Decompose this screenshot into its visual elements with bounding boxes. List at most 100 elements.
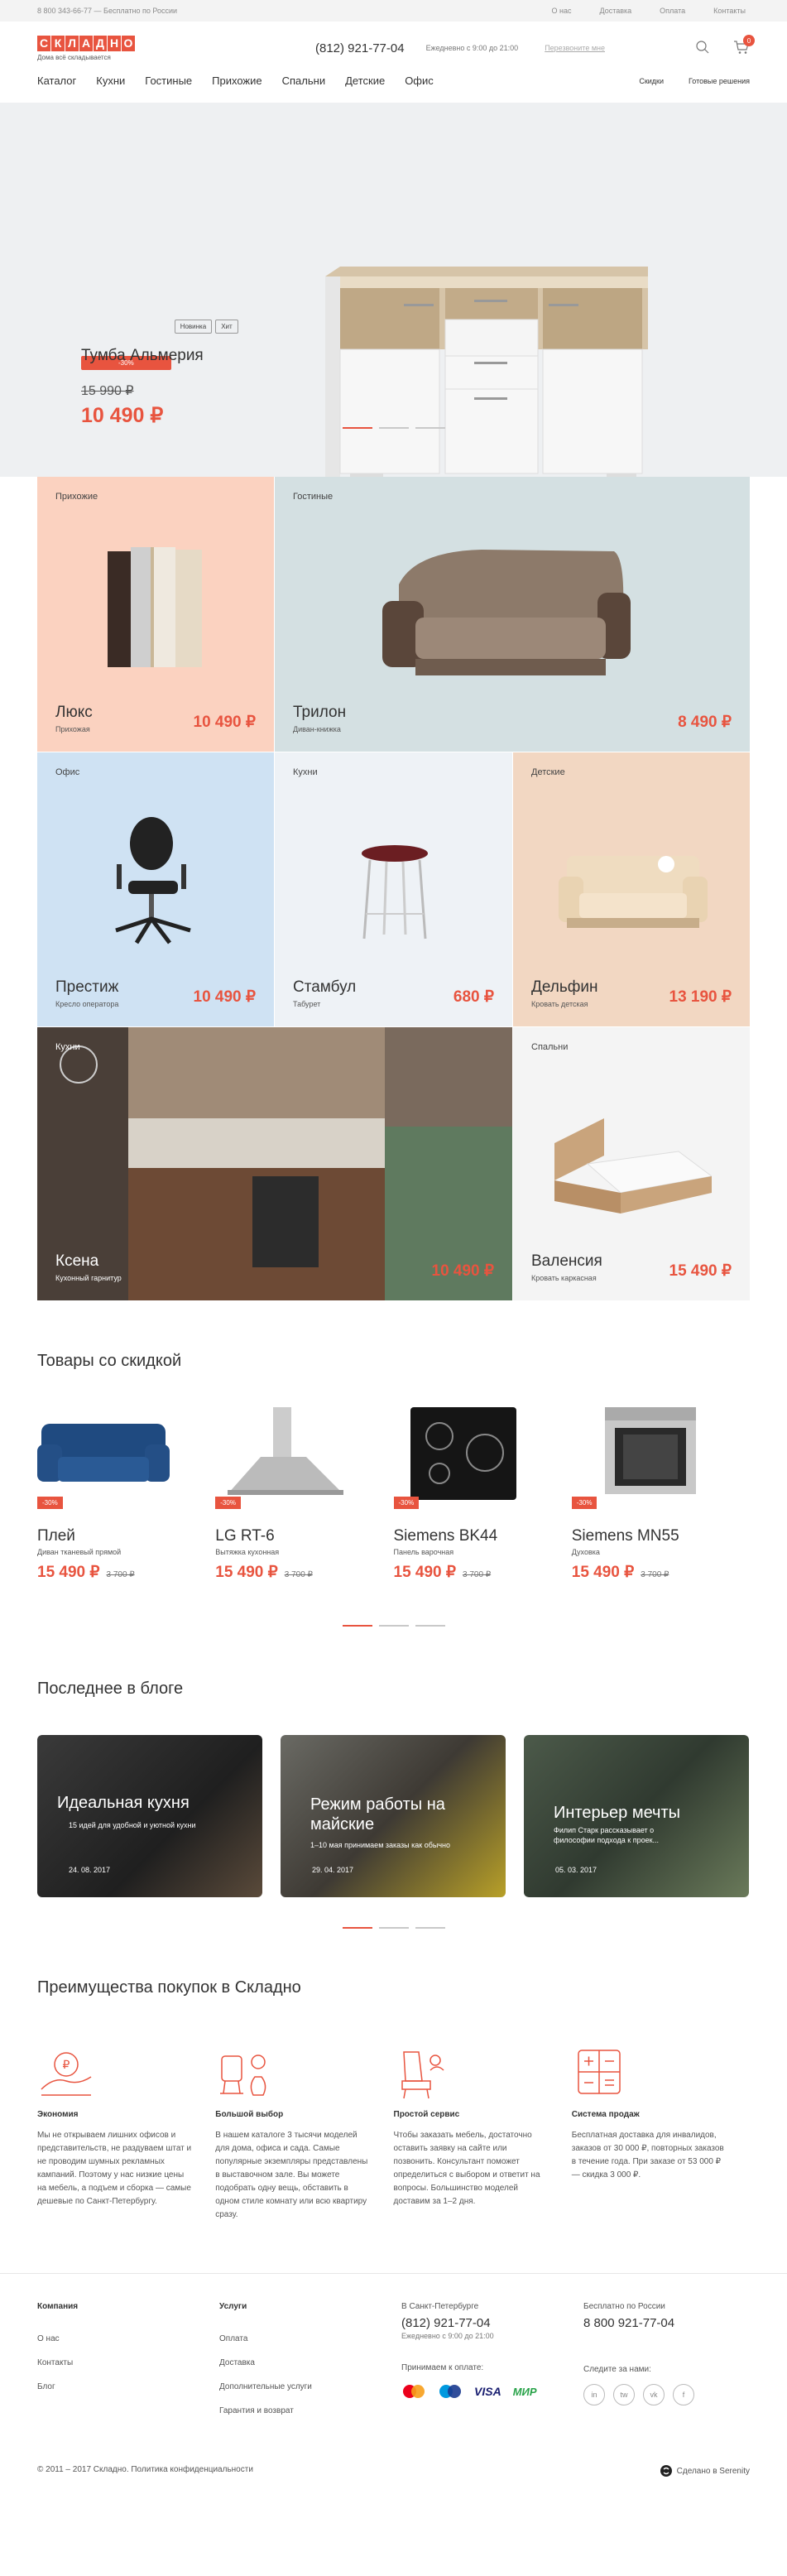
- product-image: -30%: [215, 1407, 393, 1509]
- sale-item[interactable]: -30% LG RT-6 Вытяжка кухонная 15 490 ₽ 3 …: [215, 1407, 393, 1582]
- hero-price: 10 490 ₽: [81, 404, 164, 427]
- footer-russia-label: Бесплатно по России: [583, 2302, 665, 2311]
- header-hours: Ежедневно с 9:00 до 21:00: [425, 44, 519, 52]
- footer-link-payment[interactable]: Оплата: [219, 2334, 312, 2343]
- svg-text:₽: ₽: [63, 2058, 70, 2071]
- product-name: Люкс: [55, 704, 93, 721]
- twitter-icon[interactable]: tw: [613, 2384, 635, 2405]
- product-old-price: 3 700 ₽: [106, 1570, 135, 1579]
- header-phone[interactable]: (812) 921-77-04: [315, 41, 405, 55]
- category-card-kitchen-stool[interactable]: Кухни Стамбул Табурет 680 ₽: [275, 752, 512, 1026]
- top-bar: 8 800 343-66-77 — Бесплатно по России О …: [0, 0, 787, 22]
- category-card-living-room[interactable]: Гостиные Трилон Диван-книжка 8 490 ₽: [275, 477, 750, 752]
- sale-list: -30% Плей Диван тканевый прямой 15 490 ₽…: [0, 1407, 787, 1582]
- product-price: 15 490 ₽: [215, 1564, 278, 1581]
- top-link-about[interactable]: О нас: [552, 7, 572, 15]
- nav-hallways[interactable]: Прихожие: [212, 74, 262, 87]
- carousel-dot[interactable]: [415, 1927, 445, 1929]
- category-card-hallway[interactable]: Прихожие Люкс Прихожая 10 490 ₽: [37, 477, 274, 752]
- piggy-bank-icon: ₽: [37, 2044, 194, 2102]
- carousel-dot[interactable]: [415, 427, 445, 429]
- blog-date: 05. 03. 2017: [555, 1866, 597, 1874]
- made-by-link[interactable]: Сделано в Serenity: [660, 2465, 750, 2477]
- footer-link-extra-services[interactable]: Дополнительные услуги: [219, 2382, 312, 2391]
- category-label: Детские: [531, 767, 565, 777]
- carousel-dot[interactable]: [342, 1625, 372, 1627]
- wardrobe-image: [108, 547, 202, 667]
- instagram-icon[interactable]: in: [583, 2384, 605, 2405]
- hero-old-price: 15 990 ₽: [81, 384, 134, 398]
- blog-title: Идеальная кухня: [57, 1794, 190, 1812]
- product-name: Престиж: [55, 978, 119, 996]
- nav-office[interactable]: Офис: [405, 74, 434, 87]
- product-name: Ксена: [55, 1252, 99, 1270]
- blog-card[interactable]: Интерьер мечты Филип Старк рассказывает …: [524, 1735, 749, 1897]
- category-label: Кухни: [55, 1042, 80, 1052]
- nav-ready-solutions[interactable]: Готовые решения: [689, 77, 750, 85]
- footer-link-delivery[interactable]: Доставка: [219, 2358, 312, 2367]
- product-price: 13 190 ₽: [669, 988, 732, 1006]
- section-title: Последнее в блоге: [37, 1680, 184, 1698]
- product-name: Трилон: [293, 704, 347, 721]
- carousel-dot[interactable]: [378, 427, 409, 429]
- footer-russia-contacts: Бесплатно по России 8 800 921-77-04 След…: [583, 2302, 694, 2405]
- product-name: Siemens MN55: [571, 1527, 679, 1545]
- carousel-dot[interactable]: [378, 1625, 409, 1627]
- footer-link-blog[interactable]: Блог: [37, 2382, 78, 2391]
- nav-kitchens[interactable]: Кухни: [96, 74, 125, 87]
- office-chair-image: [115, 817, 191, 944]
- sofa-image: [382, 550, 631, 675]
- callback-link[interactable]: Перезвоните мне: [545, 44, 605, 52]
- nav-catalog[interactable]: Каталог: [37, 74, 76, 87]
- carousel-dot[interactable]: [378, 1927, 409, 1929]
- footer-link-warranty[interactable]: Гарантия и возврат: [219, 2406, 312, 2415]
- category-card-bedroom[interactable]: Спальни Валенсия Кровать каркасная 15 49…: [513, 1027, 750, 1300]
- nav-discounts[interactable]: Скидки: [639, 77, 664, 85]
- category-card-kitchen-set[interactable]: Кухни Ксена Кухонный гарнитур 10 490 ₽: [37, 1027, 512, 1300]
- cart-button[interactable]: 0: [733, 35, 755, 59]
- advantage-text: Чтобы заказать мебель, достаточно остави…: [393, 2131, 540, 2206]
- top-links: О нас Доставка Оплата Контакты: [552, 7, 746, 15]
- product-price: 10 490 ₽: [193, 988, 256, 1006]
- footer-link-contacts[interactable]: Контакты: [37, 2358, 78, 2367]
- blog-card[interactable]: Режим работы на майские 1–10 мая принима…: [281, 1735, 506, 1897]
- category-label: Спальни: [531, 1042, 569, 1052]
- sale-item[interactable]: -30% Siemens BK44 Панель варочная 15 490…: [393, 1407, 572, 1582]
- nav-kids[interactable]: Детские: [345, 74, 385, 87]
- hero-banner[interactable]: -30% Новинка Хит Тумба Альмерия 15 990 ₽…: [0, 103, 787, 488]
- calculator-icon: [572, 2044, 728, 2102]
- carousel-dot[interactable]: [415, 1625, 445, 1627]
- carousel-dot[interactable]: [342, 1927, 372, 1929]
- blog-list: Идеальная кухня 15 идей для удобной и ую…: [0, 1735, 787, 1897]
- footer-russia-phone[interactable]: 8 800 921-77-04: [583, 2316, 694, 2330]
- blog-carousel-dots: [0, 1927, 787, 1929]
- category-label: Офис: [55, 767, 80, 777]
- category-card-kids[interactable]: Детские Дельфин Кровать детская 13 190 ₽: [513, 752, 750, 1026]
- logo-letter: С: [37, 35, 50, 51]
- footer-link-about[interactable]: О нас: [37, 2334, 78, 2343]
- nav-living-rooms[interactable]: Гостиные: [145, 74, 192, 87]
- product-old-price: 3 700 ₽: [284, 1570, 313, 1579]
- search-icon[interactable]: [695, 40, 710, 59]
- category-card-office[interactable]: Офис Престиж Кресло оператора 10 490 ₽: [37, 752, 274, 1026]
- sale-item[interactable]: -30% Плей Диван тканевый прямой 15 490 ₽…: [37, 1407, 215, 1582]
- product-name: Стамбул: [293, 978, 357, 996]
- product-type: Кухонный гарнитур: [55, 1274, 122, 1282]
- top-link-payment[interactable]: Оплата: [660, 7, 685, 15]
- main-nav-items: Каталог Кухни Гостиные Прихожие Спальни …: [37, 74, 434, 87]
- top-link-contacts[interactable]: Контакты: [713, 7, 746, 15]
- nav-bedrooms[interactable]: Спальни: [282, 74, 325, 87]
- top-link-delivery[interactable]: Доставка: [600, 7, 632, 15]
- sale-item[interactable]: -30% Siemens MN55 Духовка 15 490 ₽ 3 700 …: [571, 1407, 750, 1582]
- logo-letter: Д: [94, 35, 107, 51]
- carousel-dot[interactable]: [342, 427, 372, 429]
- logo[interactable]: С К Л А Д Н О Дома всё складывается: [37, 35, 286, 61]
- product-type: Кровать каркасная: [531, 1274, 597, 1282]
- blog-card[interactable]: Идеальная кухня 15 идей для удобной и ую…: [37, 1735, 262, 1897]
- category-label: Кухни: [293, 767, 318, 777]
- vk-icon[interactable]: vk: [643, 2384, 665, 2405]
- category-label: Гостиные: [293, 492, 334, 502]
- facebook-icon[interactable]: f: [673, 2384, 694, 2405]
- blog-date: 29. 04. 2017: [312, 1866, 354, 1874]
- footer-spb-phone[interactable]: (812) 921-77-04: [401, 2316, 537, 2330]
